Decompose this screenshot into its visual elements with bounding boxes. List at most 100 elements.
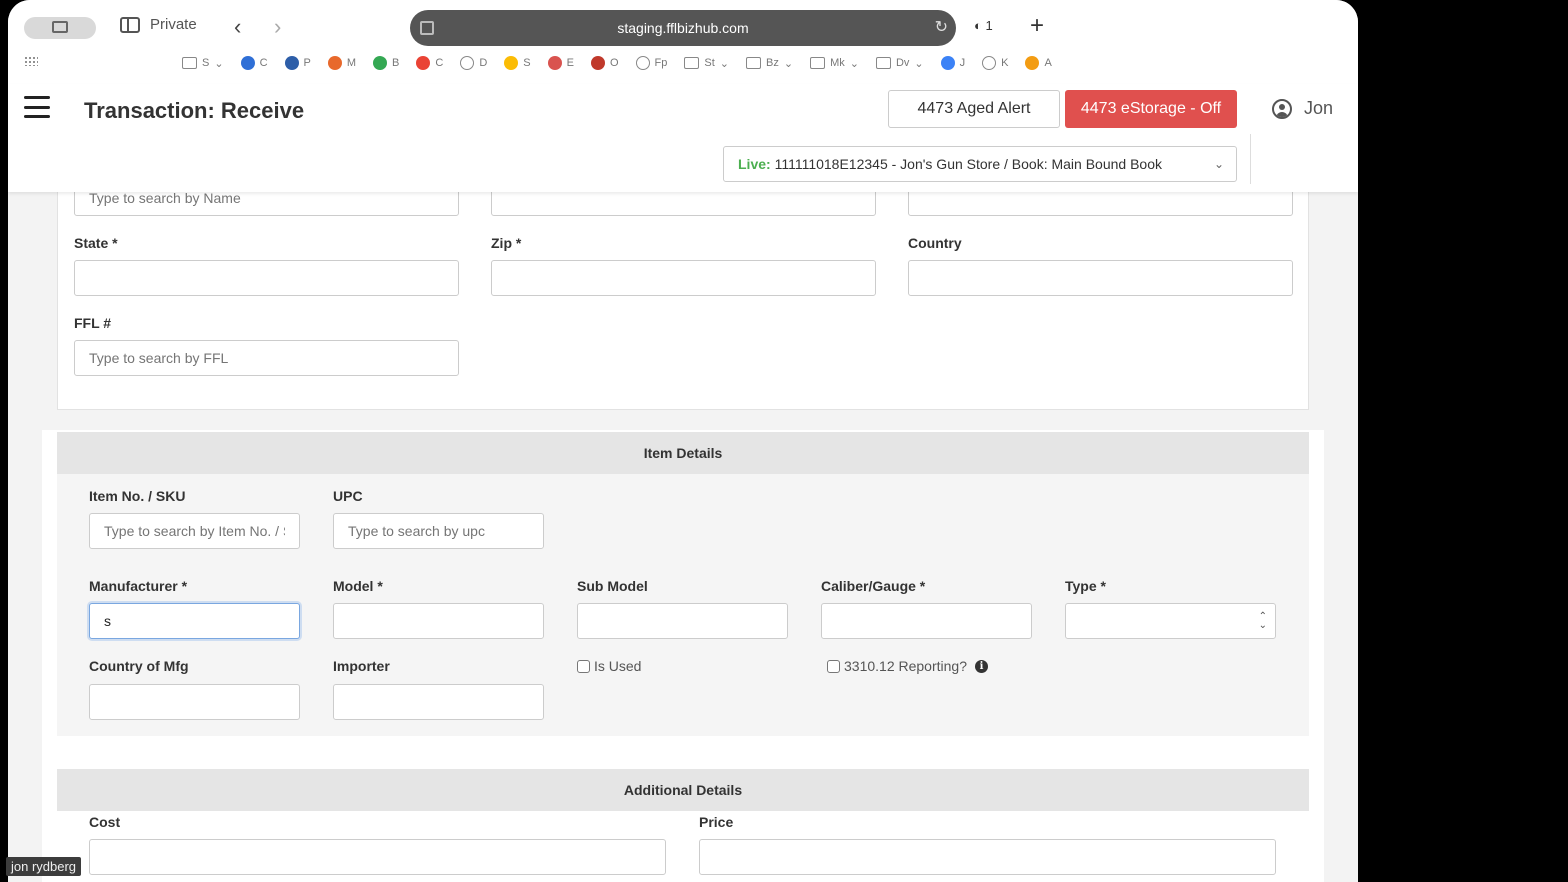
back-arrow-icon[interactable]: ‹ <box>234 14 241 40</box>
bookmark-icon <box>504 56 519 70</box>
country-label: Country <box>908 235 962 251</box>
bookmark-icon <box>373 56 388 70</box>
new-tab-icon[interactable]: + <box>1030 12 1044 40</box>
globe-icon <box>982 56 997 70</box>
cost-input[interactable] <box>89 839 666 875</box>
is-used-checkbox-row[interactable]: Is Used <box>577 658 641 674</box>
bookmark-item[interactable]: J <box>940 56 966 70</box>
address-bar[interactable]: staging.fflbizhub.com ↻ <box>410 10 956 46</box>
bookmark-item[interactable]: Mk ⌄ <box>810 56 859 70</box>
state-label: State * <box>74 235 118 251</box>
type-select[interactable]: ⌃ ⌄ <box>1065 603 1276 639</box>
page-title: Transaction: Receive <box>84 98 305 123</box>
browser-chrome: Private ‹ › staging.fflbizhub.com ↻ ◐ 1 … <box>8 0 1358 84</box>
additional-details-heading: Additional Details <box>57 769 1309 811</box>
bookmark-label: Fp <box>654 57 668 69</box>
user-menu[interactable]: Jon <box>1272 98 1333 119</box>
cost-label: Cost <box>89 814 121 830</box>
forward-arrow-icon[interactable]: › <box>274 14 281 40</box>
main-content: State * Zip * Country FFL # Item Details… <box>8 192 1358 882</box>
model-input[interactable] <box>333 603 544 639</box>
bookmark-icon <box>327 56 342 70</box>
book-value: 111111018E12345 - Jon's Gun Store / Book… <box>774 156 1162 172</box>
estorage-button[interactable]: 4473 eStorage - Off <box>1065 90 1237 128</box>
is-used-label: Is Used <box>594 658 642 674</box>
globe-icon <box>460 56 475 70</box>
caliber-label: Caliber/Gauge * <box>821 578 926 594</box>
importer-label: Importer <box>333 658 390 674</box>
bookmark-item[interactable]: E <box>547 56 574 70</box>
menu-icon[interactable] <box>24 96 50 118</box>
bookmark-item[interactable]: M <box>327 56 356 70</box>
bookmark-item[interactable]: Dv ⌄ <box>875 56 924 70</box>
info-icon[interactable]: i <box>975 659 988 673</box>
bookmark-item[interactable]: St ⌄ <box>684 56 729 70</box>
reload-icon[interactable]: ↻ <box>935 10 948 46</box>
bookmark-item[interactable]: K <box>982 56 1008 70</box>
bookmark-label: Mk <box>830 57 845 69</box>
presenter-name-tag: jon rydberg <box>6 857 82 876</box>
bookmark-item[interactable]: A <box>1025 56 1052 70</box>
tabs-icon <box>52 21 68 33</box>
bookmarks-bar: S ⌄ C P M B C D S E O Fp St ⌄ Bz ⌄ Mk ⌄ Dv ⌄ J K A <box>182 56 1052 70</box>
importer-input[interactable] <box>333 684 544 720</box>
sku-search-input[interactable] <box>89 513 300 549</box>
bookmark-label: St <box>704 57 715 69</box>
bookmark-item[interactable]: Fp <box>635 56 668 70</box>
source-field-input[interactable] <box>908 192 1293 216</box>
app-header: Transaction: Receive 4473 Aged Alert 447… <box>8 84 1358 192</box>
bookmark-item[interactable]: S ⌄ <box>182 56 224 70</box>
shield-counter[interactable]: ◐ 1 <box>974 18 993 33</box>
divider <box>1250 134 1251 184</box>
country-input[interactable] <box>908 260 1293 296</box>
site-settings-icon[interactable] <box>420 21 434 35</box>
private-indicator[interactable]: Private <box>120 16 197 33</box>
submodel-input[interactable] <box>577 603 788 639</box>
chevron-down-icon: ⌄ <box>719 57 729 70</box>
bookmark-icon <box>416 56 431 70</box>
folder-icon <box>182 57 197 69</box>
upc-label: UPC <box>333 488 363 504</box>
chevron-down-icon: ⌄ <box>914 57 924 70</box>
bookmark-label: C <box>435 57 444 69</box>
upc-search-input[interactable] <box>333 513 544 549</box>
state-input[interactable] <box>74 260 459 296</box>
ffl-search-input[interactable] <box>74 340 459 376</box>
is-used-checkbox[interactable] <box>577 659 590 673</box>
bookmark-item[interactable]: C <box>416 56 443 70</box>
folder-icon <box>684 57 700 69</box>
folder-icon <box>875 57 891 69</box>
apps-grid-icon[interactable] <box>24 56 38 66</box>
bookmark-icon <box>1025 56 1040 70</box>
book-select[interactable]: Live: 111111018E12345 - Jon's Gun Store … <box>723 146 1237 182</box>
bookmark-label: J <box>959 57 966 69</box>
folder-icon <box>746 57 761 69</box>
bookmark-icon <box>240 56 255 70</box>
bookmark-label: P <box>303 57 311 69</box>
bookmark-item[interactable]: D <box>460 56 487 70</box>
price-input[interactable] <box>699 839 1276 875</box>
bookmark-item[interactable]: B <box>373 56 399 70</box>
bookmark-label: C <box>259 57 268 69</box>
bookmark-item[interactable]: Bz ⌄ <box>746 56 793 70</box>
tab-overview-button[interactable] <box>24 17 96 39</box>
reporting-checkbox[interactable] <box>827 659 840 673</box>
bookmark-item[interactable]: S <box>504 56 531 70</box>
manufacturer-input[interactable] <box>89 603 300 639</box>
aged-alert-button[interactable]: 4473 Aged Alert <box>888 90 1060 128</box>
country-of-mfg-input[interactable] <box>89 684 300 720</box>
user-name: Jon <box>1304 98 1334 118</box>
bookmark-item[interactable]: O <box>590 56 619 70</box>
zip-input[interactable] <box>491 260 876 296</box>
folder-icon <box>810 57 826 69</box>
bookmark-item[interactable]: C <box>240 56 268 70</box>
sidebar-toggle-icon[interactable] <box>120 16 140 33</box>
source-name-search-input[interactable] <box>74 192 459 216</box>
bookmark-icon <box>940 56 955 70</box>
caliber-input[interactable] <box>821 603 1032 639</box>
bookmark-label: B <box>392 57 400 69</box>
reporting-checkbox-row[interactable]: 3310.12 Reporting? i <box>827 658 988 674</box>
bookmark-item[interactable]: P <box>284 56 311 70</box>
source-field-input[interactable] <box>491 192 876 216</box>
chevron-down-icon: ⌄ <box>1213 157 1224 171</box>
